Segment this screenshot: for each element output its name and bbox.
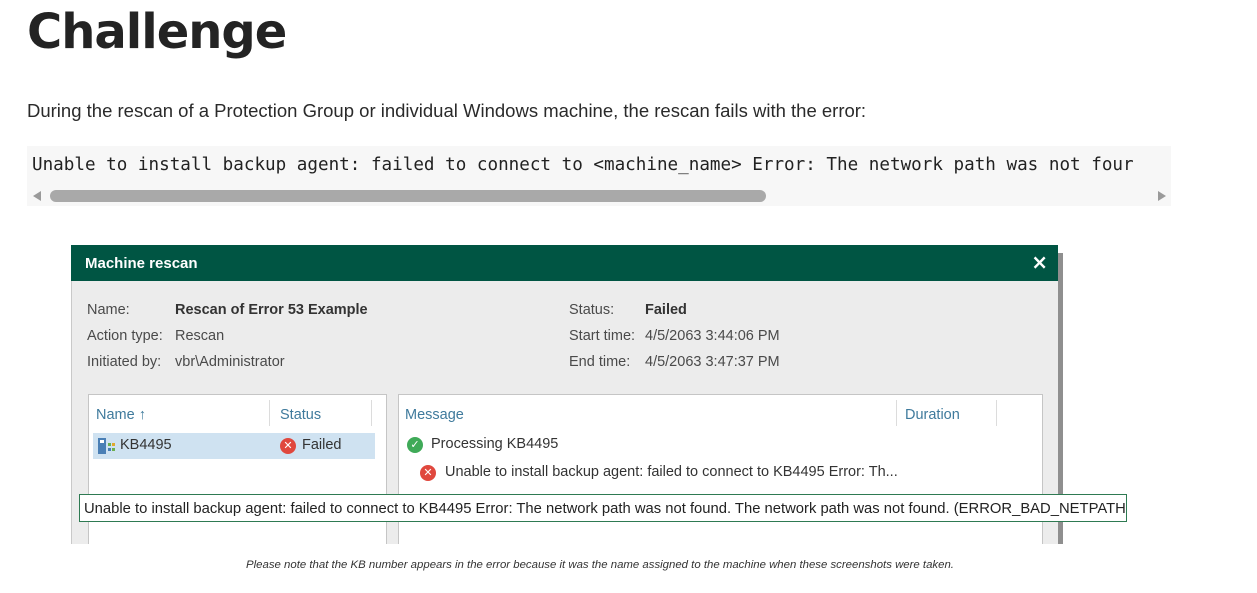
image-caption: Please note that the KB number appears i… [246, 559, 954, 571]
initiated-by-value: vbr\Administrator [175, 354, 285, 370]
code-block: Unable to install backup agent: failed t… [27, 146, 1171, 206]
start-time-label: Start time: [569, 328, 636, 344]
dialog-titlebar: Machine rescan × [71, 245, 1058, 281]
log-message: Unable to install backup agent: failed t… [445, 464, 898, 480]
code-line: Unable to install backup agent: failed t… [32, 155, 1134, 175]
close-icon[interactable]: × [1031, 252, 1048, 272]
machine-status-cell: Failed [302, 437, 342, 453]
name-label: Name: [87, 302, 130, 318]
action-type-value: Rescan [175, 328, 225, 344]
log-message: Processing KB4495 [431, 436, 559, 452]
machine-icon [98, 438, 115, 454]
list-item[interactable]: ✕ Unable to install backup agent: failed… [416, 460, 911, 487]
horizontal-scrollbar[interactable] [27, 188, 1171, 204]
scroll-right-arrow-icon[interactable] [1158, 191, 1166, 201]
column-divider [996, 400, 997, 426]
intro-paragraph: During the rescan of a Protection Group … [27, 100, 867, 121]
action-type-label: Action type: [87, 328, 163, 344]
column-divider [371, 400, 372, 426]
column-header-duration[interactable]: Duration [905, 407, 960, 423]
column-header-message[interactable]: Message [405, 407, 464, 423]
error-icon: ✕ [280, 438, 296, 454]
initiated-by-label: Initiated by: [87, 354, 162, 370]
status-label: Status: [569, 302, 615, 318]
status-value: Failed [645, 302, 687, 318]
column-divider [269, 400, 270, 426]
start-time-value: 4/5/2063 3:44:06 PM [645, 328, 780, 344]
end-time-value: 4/5/2063 3:47:37 PM [645, 354, 780, 370]
end-time-label: End time: [569, 354, 631, 370]
list-item[interactable]: ✓ Processing KB4495 [405, 433, 885, 457]
column-header-name[interactable]: Name ↑ [96, 407, 146, 423]
name-value: Rescan of Error 53 Example [175, 302, 368, 318]
sort-ascending-icon: ↑ [138, 407, 146, 423]
error-tooltip: Unable to install backup agent: failed t… [79, 494, 1127, 522]
table-row[interactable]: KB4495 ✕ Failed [93, 433, 375, 459]
dialog-title: Machine rescan [85, 255, 198, 272]
success-icon: ✓ [407, 437, 423, 453]
scroll-left-arrow-icon[interactable] [33, 191, 41, 201]
machine-name-cell: KB4495 [120, 437, 172, 453]
column-divider [896, 400, 897, 426]
page-title: Challenge [27, 4, 287, 60]
error-icon: ✕ [420, 465, 436, 481]
column-header-status[interactable]: Status [280, 407, 321, 423]
scrollbar-thumb[interactable] [50, 190, 766, 202]
column-name-label: Name [96, 407, 135, 423]
